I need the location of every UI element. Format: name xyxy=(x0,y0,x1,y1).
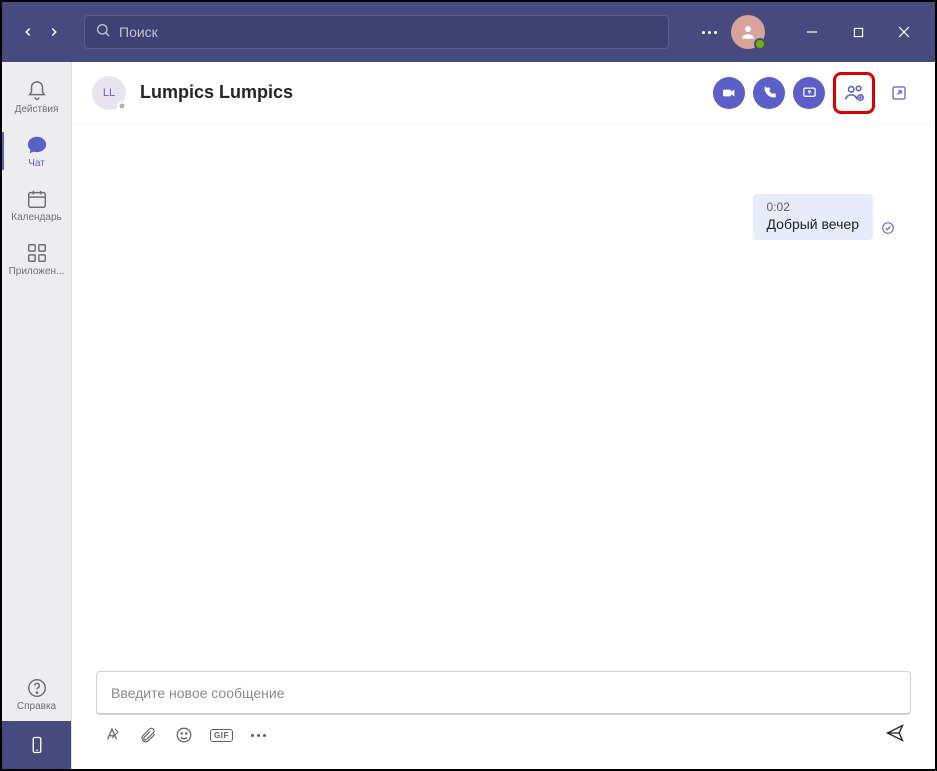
rail-label: Календарь xyxy=(11,212,61,223)
add-people-button[interactable] xyxy=(838,77,870,109)
rail-calendar[interactable]: Календарь xyxy=(2,178,71,232)
compose-input-box[interactable] xyxy=(96,671,911,715)
search-icon xyxy=(95,22,111,43)
chat-header: LL Lumpics Lumpics xyxy=(72,62,935,124)
maximize-button[interactable] xyxy=(835,2,881,62)
mobile-icon xyxy=(28,733,46,757)
screen-share-button[interactable] xyxy=(793,77,825,109)
title-bar xyxy=(2,2,935,62)
rail-activity[interactable]: Действия xyxy=(2,70,71,124)
video-icon xyxy=(721,85,737,101)
video-call-button[interactable] xyxy=(713,77,745,109)
chat-avatar[interactable]: LL xyxy=(92,76,126,110)
close-button[interactable] xyxy=(881,2,927,62)
emoji-icon xyxy=(175,726,193,744)
profile-avatar[interactable] xyxy=(731,15,765,49)
people-add-icon xyxy=(843,82,865,104)
add-people-highlight xyxy=(833,72,875,114)
left-rail: Действия Чат Календарь Приложен... Справ… xyxy=(2,62,71,769)
rail-label: Действия xyxy=(15,104,59,115)
send-icon xyxy=(885,723,905,743)
rail-apps[interactable]: Приложен... xyxy=(2,232,71,286)
search-box[interactable] xyxy=(84,15,669,49)
send-button[interactable] xyxy=(885,723,905,748)
message-time: 0:02 xyxy=(767,200,859,214)
chat-icon xyxy=(26,134,48,156)
rail-label: Справка xyxy=(17,701,56,712)
avatar-initials: LL xyxy=(103,87,115,99)
rail-help[interactable]: Справка xyxy=(2,667,71,721)
composer: GIF xyxy=(72,671,935,769)
search-input[interactable] xyxy=(119,24,658,40)
compose-more-button[interactable] xyxy=(249,725,269,745)
emoji-button[interactable] xyxy=(174,725,194,745)
popout-icon xyxy=(890,84,908,102)
bell-icon xyxy=(26,80,48,102)
attach-button[interactable] xyxy=(138,725,158,745)
message-text: Добрый вечер xyxy=(767,216,859,232)
format-icon xyxy=(103,726,121,744)
minimize-button[interactable] xyxy=(789,2,835,62)
presence-offline-icon xyxy=(117,101,127,111)
help-icon xyxy=(26,677,48,699)
status-available-icon xyxy=(754,38,766,50)
message-sent-icon xyxy=(881,221,895,240)
gif-button[interactable]: GIF xyxy=(210,729,233,742)
popout-button[interactable] xyxy=(883,77,915,109)
person-icon xyxy=(739,23,757,41)
nav-forward-button[interactable] xyxy=(42,20,66,44)
paperclip-icon xyxy=(139,726,157,744)
format-button[interactable] xyxy=(102,725,122,745)
rail-chat[interactable]: Чат xyxy=(2,124,71,178)
share-screen-icon xyxy=(802,85,817,100)
chat-title: Lumpics Lumpics xyxy=(140,82,293,103)
chat-messages-area: 0:02 Добрый вечер xyxy=(72,124,935,671)
nav-back-button[interactable] xyxy=(16,20,40,44)
rail-label: Приложен... xyxy=(9,266,65,277)
calendar-icon xyxy=(26,188,48,210)
rail-mobile-button[interactable] xyxy=(2,721,71,769)
message-bubble[interactable]: 0:02 Добрый вечер xyxy=(753,194,873,240)
apps-icon xyxy=(26,242,48,264)
rail-label: Чат xyxy=(28,158,45,169)
compose-input[interactable] xyxy=(111,685,896,701)
audio-call-button[interactable] xyxy=(753,77,785,109)
phone-icon xyxy=(762,85,777,100)
more-button[interactable] xyxy=(702,31,717,34)
